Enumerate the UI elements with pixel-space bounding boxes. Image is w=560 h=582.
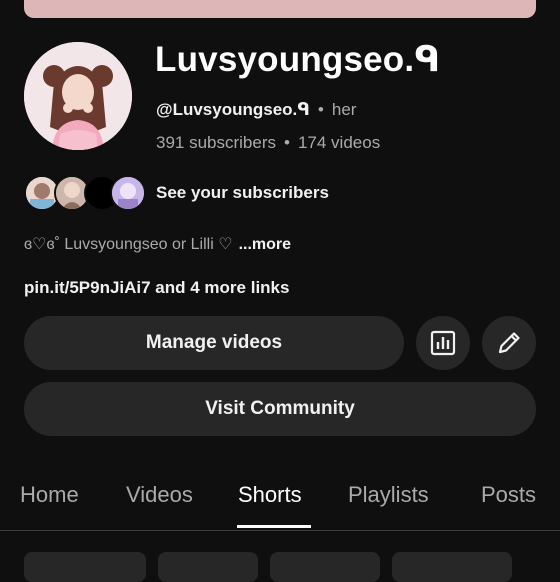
visit-community-button[interactable]: Visit Community — [24, 382, 536, 436]
channel-pronouns: her — [331, 100, 357, 119]
tab-home[interactable]: Home — [20, 482, 79, 508]
subscriber-avatar — [110, 175, 146, 211]
tab-videos[interactable]: Videos — [126, 482, 193, 508]
video-count: 174 videos — [297, 133, 381, 152]
channel-bio[interactable]: ɞ♡ɞ˚ Luvsyoungseo or Lilli ♡ ...more — [24, 234, 291, 254]
channel-handle-line: @Luvsyoungseo.ᑫ • her — [156, 100, 356, 120]
manage-videos-label: Manage videos — [145, 332, 283, 353]
tab-shorts[interactable]: Shorts — [238, 482, 302, 508]
manage-videos-button[interactable]: Manage videos — [24, 316, 404, 370]
tab-playlists[interactable]: Playlists — [348, 482, 429, 508]
filter-chip[interactable] — [270, 552, 380, 582]
pencil-icon — [498, 332, 520, 354]
bio-more-link[interactable]: ...more — [239, 236, 291, 253]
channel-name: Luvsyoungseo.ᑫ — [155, 40, 441, 79]
analytics-button[interactable] — [416, 316, 470, 370]
filter-chip[interactable] — [392, 552, 512, 582]
channel-avatar[interactable] — [24, 42, 132, 150]
channel-banner[interactable] — [24, 0, 536, 18]
channel-links[interactable]: pin.it/5P9nJiAi7 and 4 more links — [24, 278, 289, 298]
analytics-icon — [430, 330, 456, 356]
separator-dot: • — [317, 100, 324, 119]
see-subscribers-row[interactable]: See your subscribers — [24, 175, 544, 211]
channel-stats: 391 subscribers • 174 videos — [156, 133, 380, 153]
see-subscribers-label: See your subscribers — [156, 183, 329, 202]
edit-channel-button[interactable] — [482, 316, 536, 370]
active-tab-indicator — [237, 525, 311, 528]
visit-community-label: Visit Community — [205, 398, 355, 419]
subscriber-count: 391 subscribers — [156, 133, 277, 152]
avatar-image — [24, 42, 132, 150]
filter-chip[interactable] — [24, 552, 146, 582]
tab-posts[interactable]: Posts — [481, 482, 536, 508]
channel-tabs: Home Videos Shorts Playlists Posts — [0, 470, 560, 531]
channel-handle: @Luvsyoungseo.ᑫ — [156, 100, 310, 119]
separator-dot: • — [284, 133, 290, 152]
filter-chip[interactable] — [158, 552, 258, 582]
bio-text: ɞ♡ɞ˚ Luvsyoungseo or Lilli ♡ — [24, 236, 233, 253]
